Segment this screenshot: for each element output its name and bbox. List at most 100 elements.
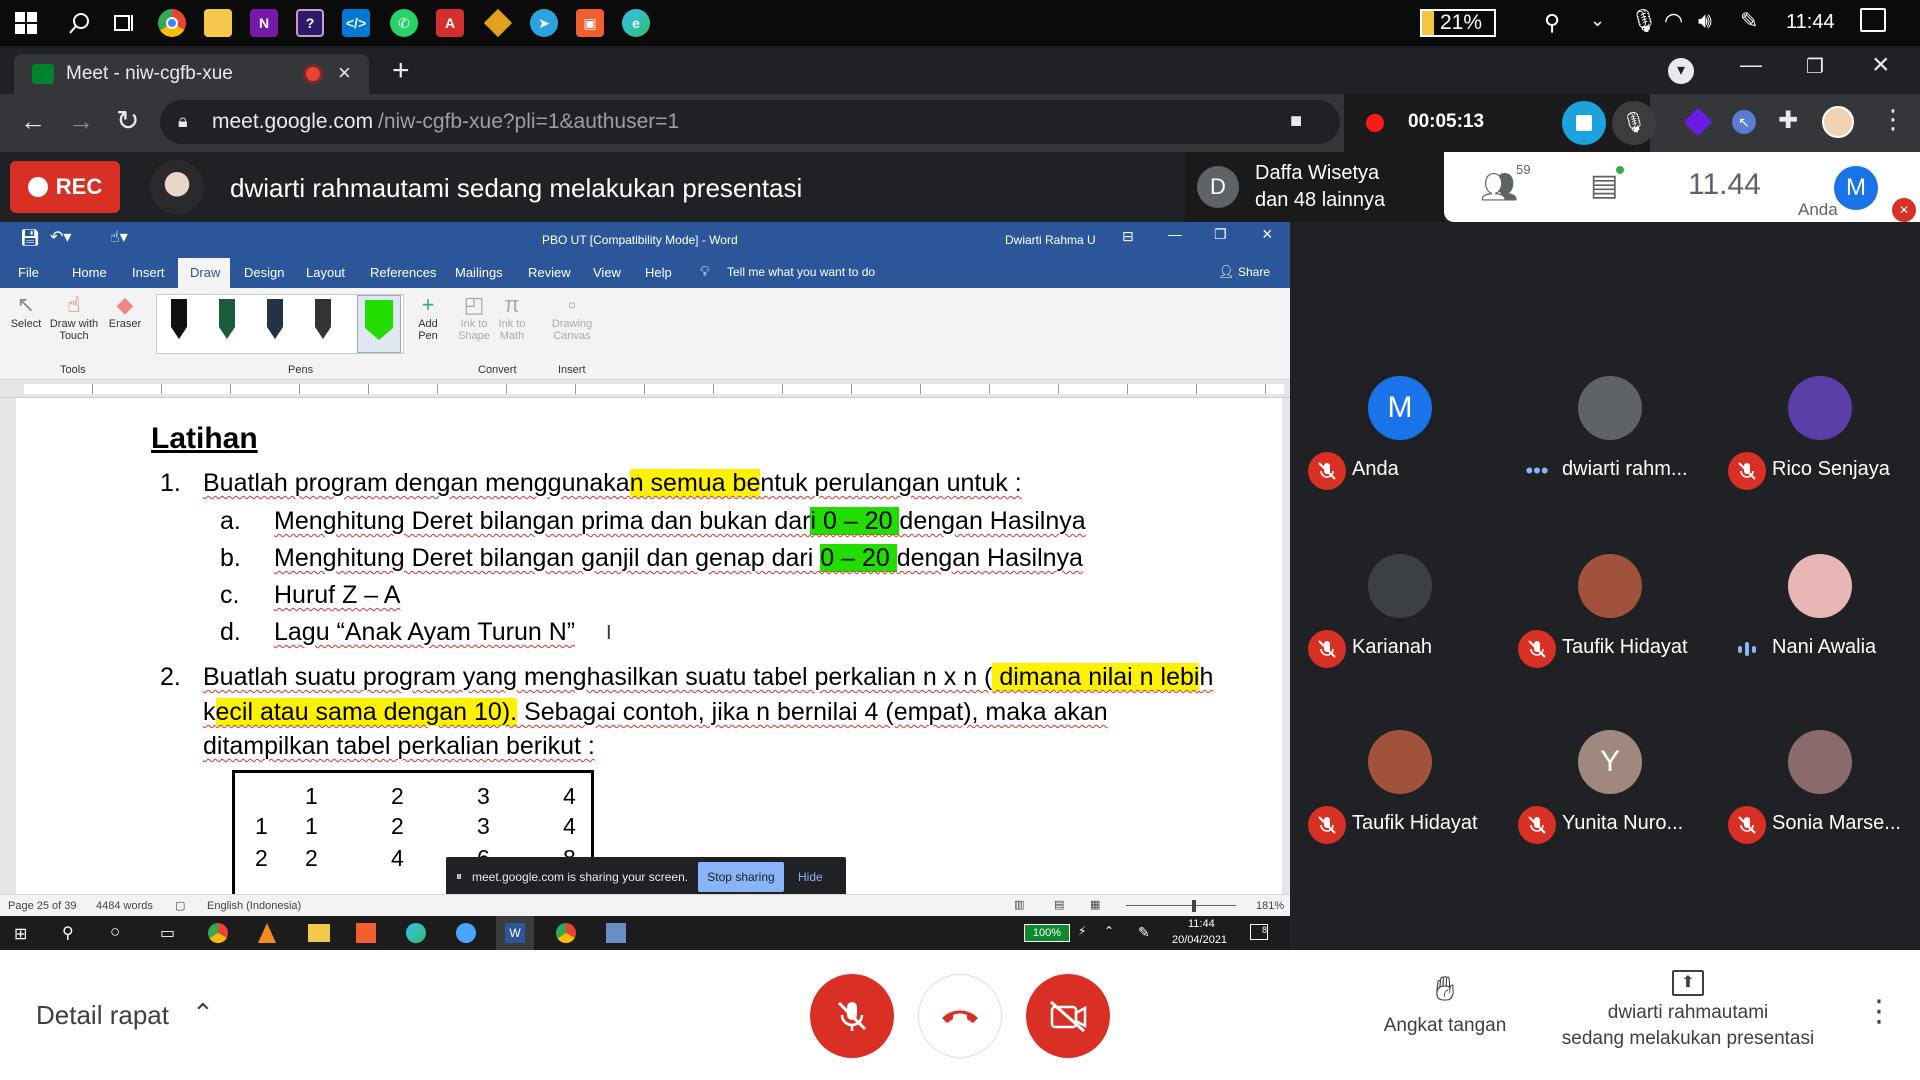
extension-cursor-icon[interactable]: ↖ <box>1732 110 1756 134</box>
inner-vlc-icon[interactable] <box>258 923 276 943</box>
extensions-puzzle-icon[interactable]: ✚ <box>1778 106 1798 135</box>
chevron-up-icon[interactable]: ⌄ <box>1590 10 1605 31</box>
minimize-icon[interactable]: — <box>1740 52 1762 78</box>
add-pen-button[interactable]: + Add Pen <box>408 292 448 342</box>
telegram-icon[interactable]: ➤ <box>530 9 558 37</box>
ink-to-shape-button[interactable]: ◰ Ink to Shape <box>456 292 492 342</box>
back-icon[interactable]: ← <box>20 106 46 137</box>
inner-date[interactable]: 20/04/2021 <box>1172 934 1227 946</box>
inner-explorer-icon[interactable] <box>308 924 330 942</box>
ink-to-math-button[interactable]: π Ink to Math <box>494 292 530 342</box>
url-field[interactable]: 🔒︎ meet.google.com /niw-cgfb-xue?pli=1&a… <box>160 100 1340 144</box>
ribbon-tab-references[interactable]: References <box>370 265 436 280</box>
app-icon[interactable]: ? <box>296 9 324 37</box>
raise-hand-button[interactable]: ✋︎ Angkat tangan <box>1370 970 1520 1070</box>
participant-tile[interactable]: Taufik Hidayat <box>1300 726 1500 866</box>
ribbon-tab-layout[interactable]: Layout <box>306 265 345 280</box>
word-minimize-icon[interactable]: — <box>1168 226 1182 242</box>
inner-notification-icon[interactable]: 8 <box>1250 924 1268 940</box>
participant-tile[interactable]: Nani Awalia <box>1720 550 1920 690</box>
pens-gallery[interactable] <box>156 294 404 354</box>
forward-icon[interactable]: → <box>68 106 94 137</box>
meeting-details-button[interactable]: Detail rapat ⌃ <box>0 950 260 1080</box>
undo-icon[interactable]: ↶▾ <box>50 227 71 247</box>
microphone-icon[interactable]: 🎙︎ <box>1630 8 1658 34</box>
zoom-slider[interactable] <box>1126 905 1236 906</box>
save-icon[interactable]: 💾︎ <box>20 228 40 248</box>
stop-sharing-button[interactable]: Stop sharing <box>698 862 784 892</box>
ribbon-tab-insert[interactable]: Insert <box>132 265 165 280</box>
chat-icon[interactable]: ▤ <box>1590 168 1618 203</box>
search-icon[interactable] <box>66 9 94 37</box>
proofing-icon[interactable]: ▢ <box>175 899 185 912</box>
language[interactable]: English (Indonesia) <box>207 900 301 912</box>
participant-tile[interactable]: Karianah <box>1300 550 1500 690</box>
pen-highlighter-selected[interactable] <box>357 295 401 353</box>
inner-chrome2-icon[interactable] <box>556 923 576 943</box>
task-view-icon[interactable] <box>110 9 138 37</box>
inner-chrome-icon[interactable] <box>208 923 228 943</box>
whatsapp-icon[interactable]: ✆ <box>390 9 418 37</box>
participant-tile[interactable]: M Anda <box>1300 372 1500 512</box>
word-close-icon[interactable]: × <box>1262 224 1273 245</box>
profile-avatar[interactable] <box>1822 106 1854 138</box>
read-mode-icon[interactable]: ▥ <box>1014 898 1024 911</box>
toggle-mic-button[interactable] <box>810 974 894 1058</box>
stop-record-button[interactable] <box>1562 101 1606 145</box>
select-tool[interactable]: ↖ Select <box>6 292 46 330</box>
inner-app-blue-icon[interactable] <box>456 923 476 943</box>
ribbon-tab-draw[interactable]: Draw <box>178 258 230 288</box>
inner-chevron-icon[interactable]: ⌃ <box>1104 924 1114 938</box>
horizontal-ruler[interactable] <box>0 380 1290 398</box>
share-button[interactable]: Share <box>1238 265 1270 279</box>
restore-icon[interactable]: ❐ <box>1806 54 1824 79</box>
new-tab-icon[interactable]: + <box>392 54 410 88</box>
ribbon-display-icon[interactable]: ⊟ <box>1122 228 1134 245</box>
pen-black-icon[interactable] <box>171 299 187 339</box>
presentation-status-button[interactable]: ⬆ dwiarti rahmautami sedang melakukan pr… <box>1548 970 1828 1070</box>
zoom-level[interactable]: 181% <box>1256 900 1284 912</box>
word-restore-icon[interactable]: ❐ <box>1214 226 1227 243</box>
tab-search-icon[interactable]: ▾ <box>1668 58 1694 84</box>
pen-icon[interactable]: ✎ <box>1740 8 1758 34</box>
participant-tile[interactable]: Sonia Marse... <box>1720 726 1920 866</box>
people-icon[interactable]: 👥︎ <box>1480 170 1518 205</box>
inner-search-icon[interactable]: ⚲ <box>62 923 74 943</box>
draw-with-touch[interactable]: ☝ Draw with Touch <box>46 292 102 342</box>
inner-edge-icon[interactable] <box>406 923 426 943</box>
tell-me-field[interactable]: Tell me what you want to do <box>727 265 875 279</box>
zoom-slider-thumb[interactable] <box>1192 900 1196 912</box>
inner-cube-icon[interactable] <box>606 923 626 943</box>
inner-time[interactable]: 11:44 <box>1188 918 1215 930</box>
file-explorer-icon[interactable] <box>204 9 232 37</box>
pen-pencil-icon[interactable] <box>267 299 283 339</box>
recorder-mic-button[interactable]: 🎙︎ <box>1612 101 1656 145</box>
ribbon-tab-design[interactable]: Design <box>244 265 284 280</box>
onenote-icon[interactable]: N <box>250 9 278 37</box>
print-layout-icon[interactable]: ▤ <box>1054 898 1064 911</box>
people-icon[interactable]: ⚲ <box>1544 10 1560 36</box>
participant-tile[interactable]: Taufik Hidayat <box>1510 550 1710 690</box>
inner-battery[interactable]: 100% <box>1024 924 1070 942</box>
vscode-icon[interactable]: </> <box>342 9 370 37</box>
pen-green-icon[interactable] <box>219 299 235 339</box>
battery-indicator[interactable]: 21% <box>1420 9 1496 37</box>
participants-preview[interactable]: D Daffa Wisetya dan 48 lainnya <box>1185 152 1445 222</box>
inner-word-active[interactable]: W <box>496 916 534 950</box>
inner-cortana-icon[interactable]: ○ <box>110 922 120 942</box>
participant-tile[interactable]: Rico Senjaya <box>1720 372 1920 512</box>
windows-start-icon[interactable] <box>12 9 40 37</box>
web-layout-icon[interactable]: ▦ <box>1090 898 1100 911</box>
reload-icon[interactable]: ↻ <box>116 104 139 137</box>
git-icon[interactable] <box>483 8 513 38</box>
chrome-menu-icon[interactable]: ⋮ <box>1880 104 1906 135</box>
ribbon-tab-mailings[interactable]: Mailings <box>455 265 503 280</box>
extension-diamond-icon[interactable] <box>1683 107 1713 137</box>
app-orange-icon[interactable]: ▣ <box>576 9 604 37</box>
chrome-icon[interactable] <box>158 9 186 37</box>
hide-button[interactable]: Hide <box>798 870 823 884</box>
clock[interactable]: 11:44 <box>1786 11 1835 34</box>
camera-icon[interactable]: ■ <box>1290 110 1302 133</box>
pdf-icon[interactable]: A <box>436 9 464 37</box>
window-close-icon[interactable]: × <box>1872 48 1890 82</box>
